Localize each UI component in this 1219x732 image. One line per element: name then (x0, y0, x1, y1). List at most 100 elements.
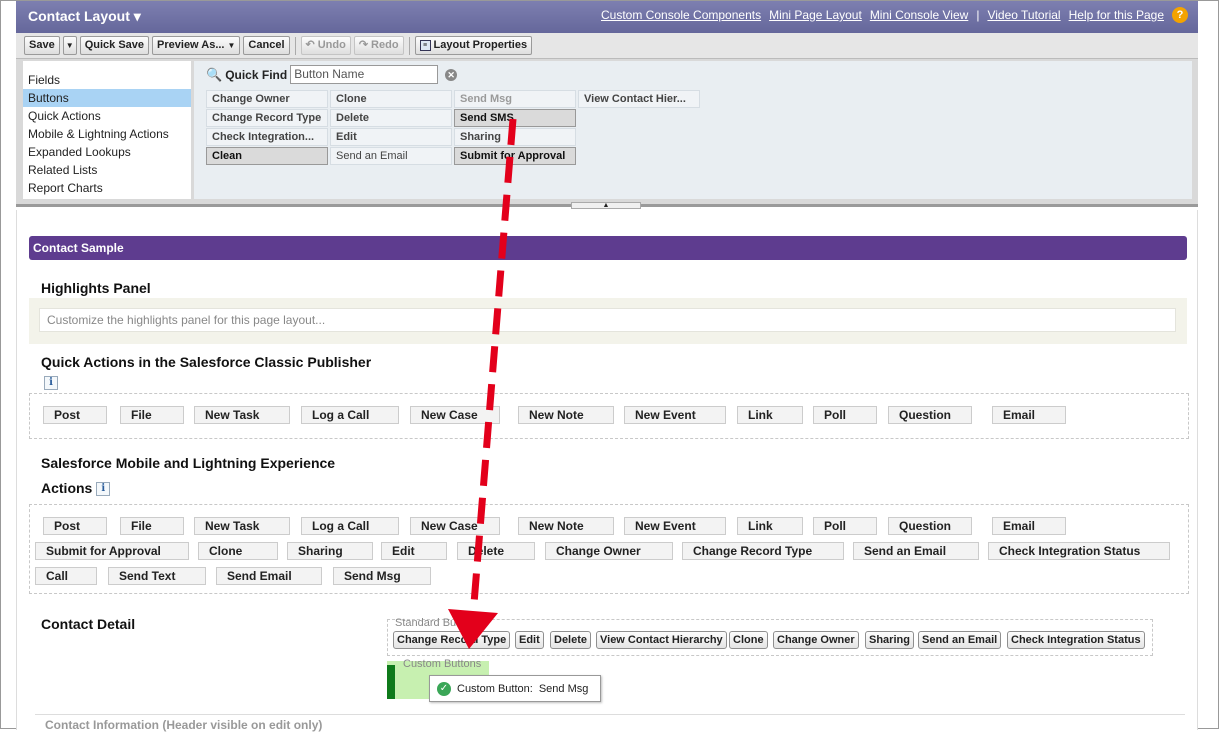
caret-down-icon: ▼ (227, 41, 236, 50)
action-chip-new-case[interactable]: New Case (410, 406, 500, 424)
quick-find-input[interactable]: Button Name (290, 65, 439, 84)
layout-properties-button[interactable]: ≡ Layout Properties (414, 36, 533, 55)
action-chip-new-note[interactable]: New Note (518, 406, 614, 424)
palette-resize-handle[interactable]: ▲ (571, 202, 641, 209)
redo-button[interactable]: ↷ Redo (353, 36, 404, 55)
info-icon: i (44, 375, 58, 390)
category-report-charts[interactable]: Report Charts (23, 179, 191, 197)
action-chip-poll[interactable]: Poll (813, 517, 877, 535)
info-icon[interactable]: i (96, 482, 111, 497)
standard-button-sharing[interactable]: Sharing (865, 631, 914, 649)
palette-item-sharing[interactable]: Sharing (454, 128, 576, 146)
palette-item-clean[interactable]: Clean (206, 147, 328, 165)
action-chip-post[interactable]: Post (43, 406, 107, 424)
standard-button-change-owner[interactable]: Change Owner (773, 631, 859, 649)
standard-button-change-record-type[interactable]: Change Record Type (393, 631, 511, 649)
mini-console-view-link[interactable]: Mini Console View (870, 8, 969, 22)
save-button[interactable]: Save (24, 36, 60, 55)
mini-page-layout-link[interactable]: Mini Page Layout (769, 8, 862, 22)
action-chip-question[interactable]: Question (888, 406, 972, 424)
palette-item-clone[interactable]: Clone (330, 90, 452, 108)
window-frame: Contact Layout ▾ Custom Console Componen… (0, 0, 1219, 732)
standard-button-view-contact-hierarchy[interactable]: View Contact Hierarchy (596, 631, 727, 649)
palette-item-send-sms[interactable]: Send SMS (454, 109, 576, 127)
video-tutorial-link[interactable]: Video Tutorial (987, 8, 1060, 22)
category-buttons[interactable]: Buttons (23, 89, 191, 107)
action-chip-email[interactable]: Email (992, 406, 1066, 424)
standard-button-clone[interactable]: Clone (729, 631, 768, 649)
layout-title[interactable]: Contact Layout ▾ (28, 8, 141, 25)
action-chip-check-integration-status[interactable]: Check Integration Status (988, 542, 1170, 560)
palette-item-submit-for-approval[interactable]: Submit for Approval (454, 147, 576, 165)
action-chip-clone[interactable]: Clone (198, 542, 278, 560)
custom-console-components-link[interactable]: Custom Console Components (601, 8, 761, 22)
action-chip-link[interactable]: Link (737, 517, 803, 535)
category-quick-actions[interactable]: Quick Actions (23, 107, 191, 125)
action-chip-new-task[interactable]: New Task (194, 406, 290, 424)
highlights-panel-placeholder[interactable]: Customize the highlights panel for this … (39, 308, 1176, 332)
action-chip-link[interactable]: Link (737, 406, 803, 424)
palette-item-send-an-email[interactable]: Send an Email (330, 147, 452, 165)
action-chip-sharing[interactable]: Sharing (287, 542, 373, 560)
mobile-actions-title-line1: Salesforce Mobile and Lightning Experien… (41, 455, 336, 471)
standard-button-delete[interactable]: Delete (550, 631, 592, 649)
cancel-button[interactable]: Cancel (243, 36, 290, 55)
palette-item-change-record-type[interactable]: Change Record Type (206, 109, 328, 127)
action-chip-submit-for-approval[interactable]: Submit for Approval (35, 542, 189, 560)
palette-item-change-owner[interactable]: Change Owner (206, 90, 328, 108)
caret-up-icon: ▲ (602, 202, 610, 209)
action-chip-file[interactable]: File (120, 517, 184, 535)
action-chip-new-event[interactable]: New Event (624, 406, 726, 424)
caret-down-icon: ▼ (65, 41, 74, 50)
palette-items-area: 🔍 Quick Find Button Name ✕ Change Owner … (194, 61, 1192, 199)
drag-chip-prefix: Custom Button: (457, 682, 533, 695)
help-icon[interactable]: ? (1172, 7, 1188, 23)
standard-button-edit[interactable]: Edit (515, 631, 544, 649)
action-chip-log-a-call[interactable]: Log a Call (301, 517, 399, 535)
action-chip-change-record-type[interactable]: Change Record Type (682, 542, 844, 560)
category-fields[interactable]: Fields (23, 71, 191, 89)
classic-publisher-info[interactable]: i (44, 375, 58, 390)
action-chip-new-event[interactable]: New Event (624, 517, 726, 535)
action-chip-log-a-call[interactable]: Log a Call (301, 406, 399, 424)
preview-as-label: Preview As... (157, 39, 225, 51)
action-chip-send-text[interactable]: Send Text (108, 567, 206, 585)
category-expanded-lookups[interactable]: Expanded Lookups (23, 143, 191, 161)
palette-item-check-integration[interactable]: Check Integration... (206, 128, 328, 146)
action-chip-change-owner[interactable]: Change Owner (545, 542, 673, 560)
layout-title-text: Contact Layout (28, 8, 130, 24)
action-chip-email[interactable]: Email (992, 517, 1066, 535)
standard-button-send-an-email[interactable]: Send an Email (918, 631, 1002, 649)
quick-save-button[interactable]: Quick Save (79, 36, 150, 55)
save-dropdown-button[interactable]: ▼ (62, 36, 77, 55)
action-chip-call[interactable]: Call (35, 567, 97, 585)
action-chip-new-task[interactable]: New Task (194, 517, 290, 535)
action-chip-new-note[interactable]: New Note (518, 517, 614, 535)
action-chip-file[interactable]: File (120, 406, 184, 424)
action-chip-poll[interactable]: Poll (813, 406, 877, 424)
action-chip-delete[interactable]: Delete (457, 542, 535, 560)
action-chip-send-email[interactable]: Send Email (216, 567, 322, 585)
undo-button[interactable]: ↶ Undo (300, 36, 351, 55)
action-chip-question[interactable]: Question (888, 517, 972, 535)
action-chip-edit[interactable]: Edit (381, 542, 447, 560)
dragged-custom-button[interactable]: ✓ Custom Button: Send Msg (429, 675, 601, 702)
header-links: Custom Console Components Mini Page Layo… (601, 7, 1188, 23)
drag-chip-name: Send Msg (538, 682, 589, 695)
palette-item-delete[interactable]: Delete (330, 109, 452, 127)
action-chip-post[interactable]: Post (43, 517, 107, 535)
clear-icon[interactable]: ✕ (445, 68, 458, 81)
help-for-this-page-link[interactable]: Help for this Page (1069, 8, 1164, 22)
action-chip-send-msg[interactable]: Send Msg (333, 567, 431, 585)
redo-icon: ↷ (358, 39, 369, 51)
preview-as-button[interactable]: Preview As... ▼ (152, 36, 241, 55)
category-mobile-lightning-actions[interactable]: Mobile & Lightning Actions (23, 125, 191, 143)
standard-button-check-integration-status[interactable]: Check Integration Status (1007, 631, 1145, 649)
action-chip-new-case[interactable]: New Case (410, 517, 500, 535)
palette-item-edit[interactable]: Edit (330, 128, 452, 146)
action-chip-send-an-email[interactable]: Send an Email (853, 542, 979, 560)
palette-item-send-msg[interactable]: Send Msg (454, 90, 576, 108)
palette-item-view-contact-hierarchy[interactable]: View Contact Hier... (578, 90, 700, 108)
highlights-panel-area[interactable]: Customize the highlights panel for this … (29, 298, 1187, 344)
category-related-lists[interactable]: Related Lists (23, 161, 191, 179)
